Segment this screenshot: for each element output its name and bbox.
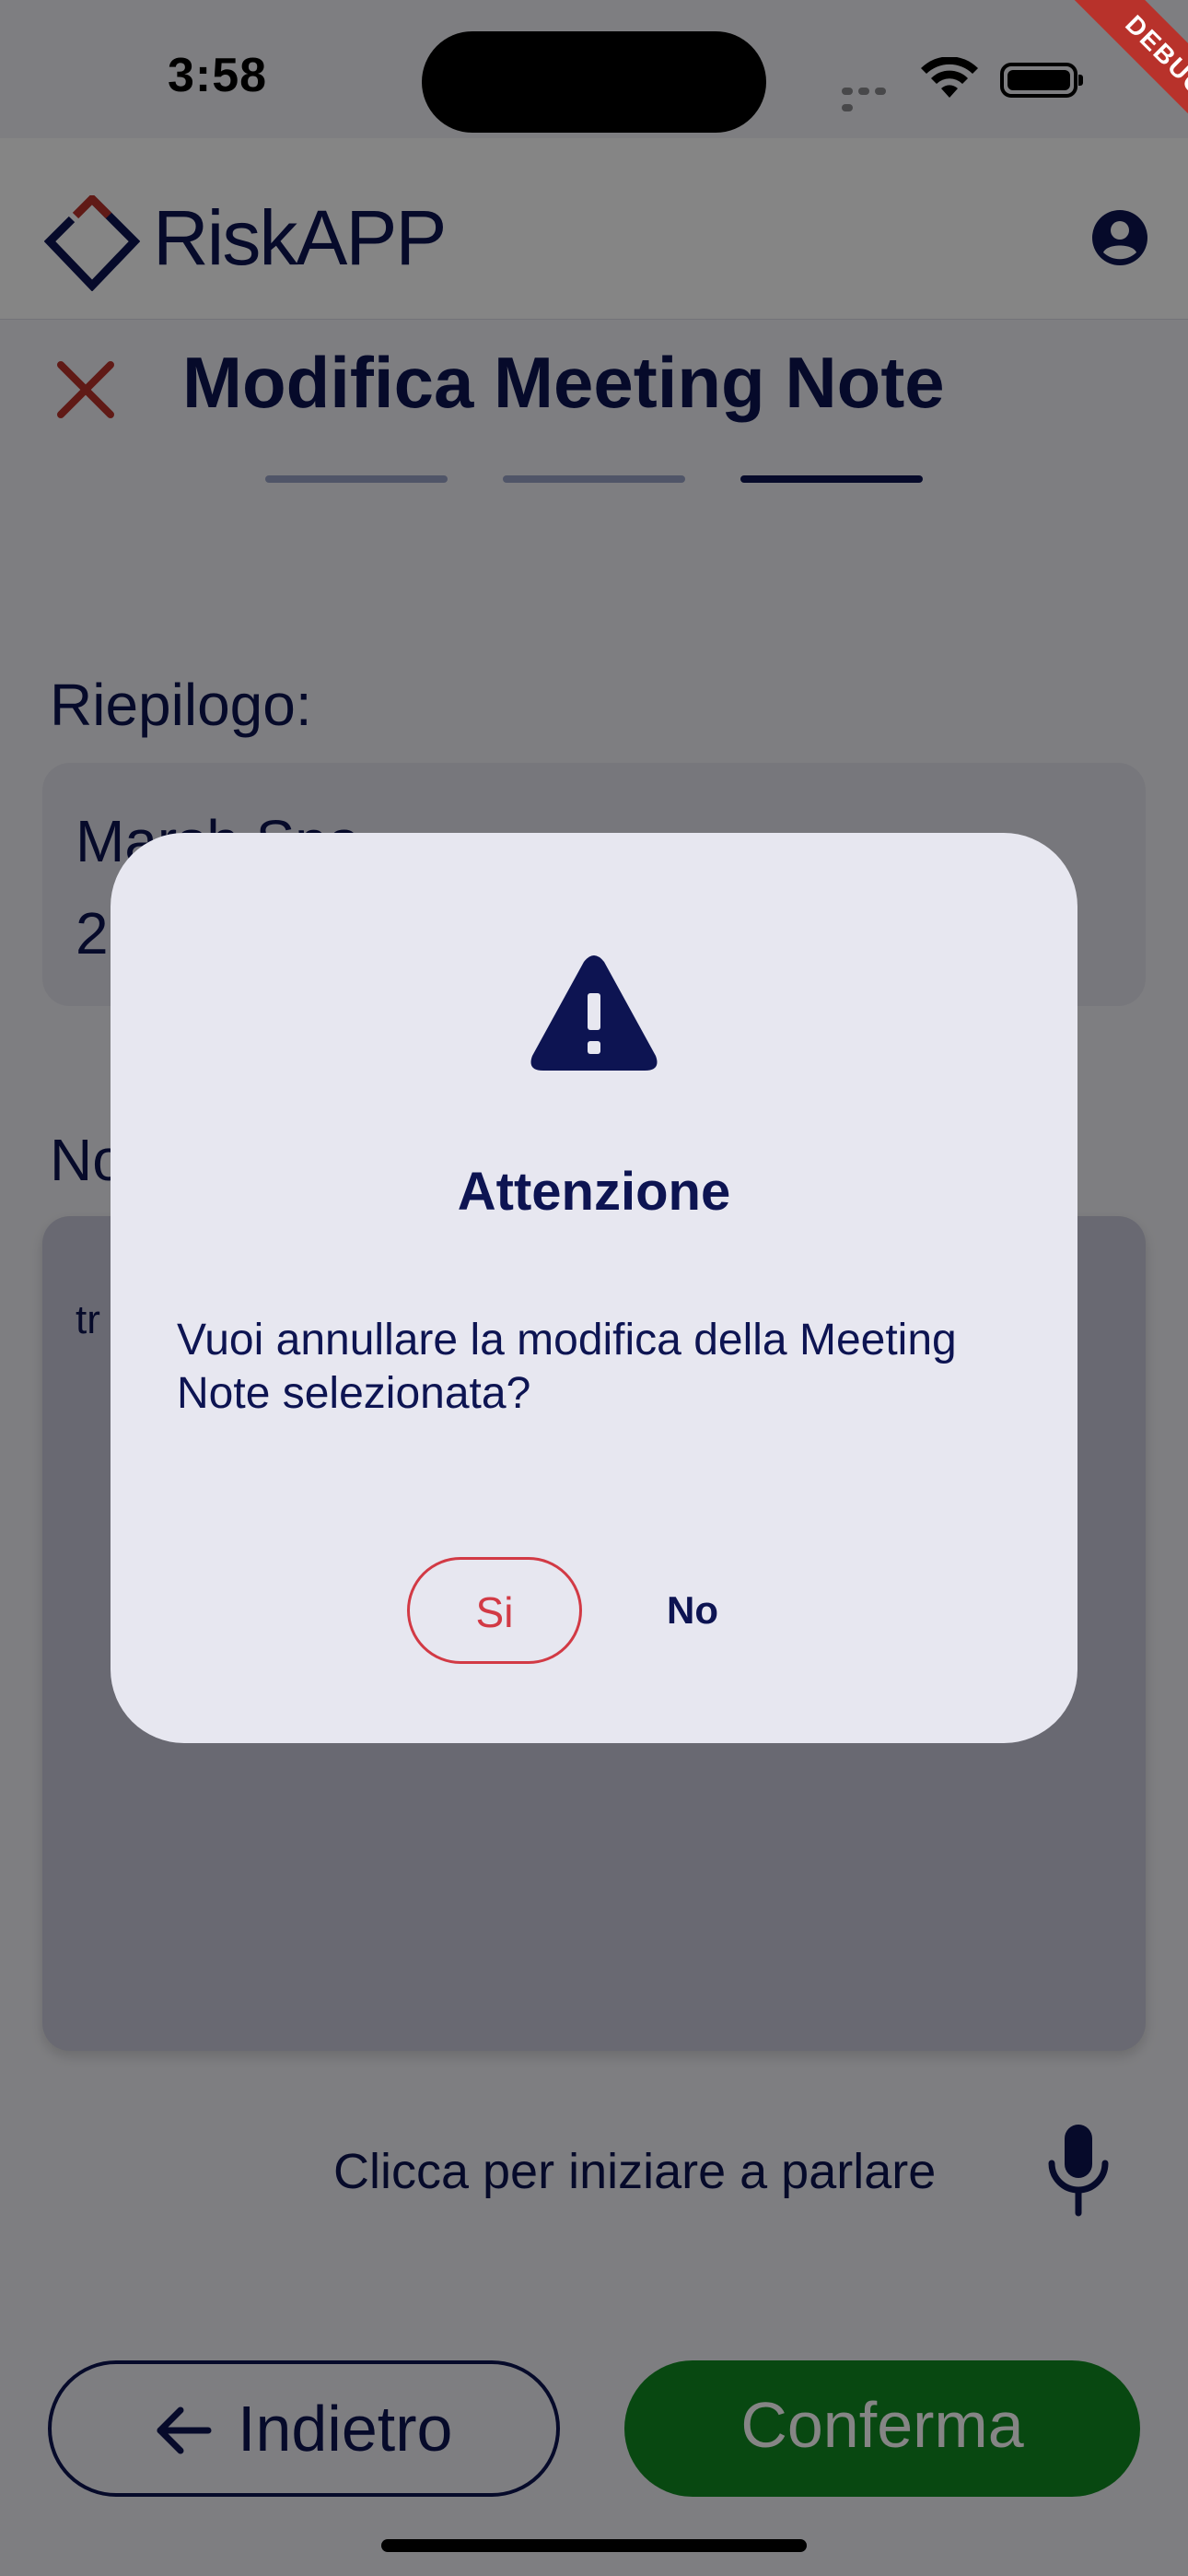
yes-button[interactable]: Si bbox=[407, 1557, 582, 1664]
yes-button-label: Si bbox=[475, 1588, 514, 1636]
no-button[interactable]: No bbox=[637, 1557, 748, 1664]
dialog-message: Vuoi annullare la modifica della Meeting… bbox=[177, 1316, 957, 1418]
no-button-label: No bbox=[667, 1588, 718, 1632]
warning-icon bbox=[530, 955, 658, 1071]
dialog-title: Attenzione bbox=[457, 1162, 731, 1222]
